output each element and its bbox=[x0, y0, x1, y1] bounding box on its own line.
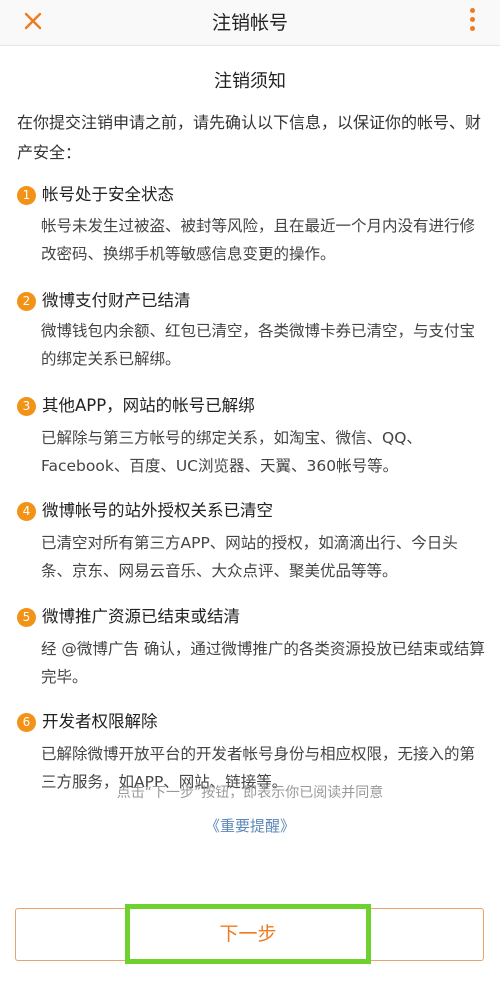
notice-item-4-title: 4 微博帐号的站外授权关系已清空 bbox=[17, 499, 487, 523]
important-reminder-link[interactable]: 《重要提醒》 bbox=[205, 817, 295, 835]
notice-item-2-title: 2 微博支付财产已结清 bbox=[17, 289, 487, 313]
notice-item-5-desc: 经 @微博广告 确认，通过微博推广的各类资源投放已结束或结算完毕。 bbox=[41, 640, 485, 686]
notice-item-label: 微博支付财产已结清 bbox=[42, 291, 191, 310]
number-badge: 3 bbox=[17, 396, 36, 416]
notice-item-label: 其他APP，网站的帐号已解绑 bbox=[42, 396, 255, 415]
notice-item-label: 微博推广资源已结束或结清 bbox=[42, 607, 240, 626]
more-options-button[interactable] bbox=[466, 8, 478, 38]
close-icon bbox=[24, 12, 42, 30]
close-button[interactable] bbox=[14, 8, 54, 38]
more-vertical-icon bbox=[466, 8, 478, 31]
notice-item-2-desc: 微博钱包内余额、红包已清空，各类微博卡券已清空，与支付宝的绑定关系已解绑。 bbox=[41, 322, 476, 368]
top-navigation-bar: 注销帐号 bbox=[0, 0, 500, 46]
number-badge: 6 bbox=[17, 712, 36, 732]
number-badge: 2 bbox=[17, 291, 36, 311]
notice-item-6-title: 6 开发者权限解除 bbox=[17, 710, 487, 734]
page-title: 注销帐号 bbox=[211, 12, 288, 34]
notice-title: 注销须知 bbox=[214, 71, 286, 92]
notice-item-1-title: 1 帐号处于安全状态 bbox=[17, 183, 487, 207]
number-badge: 4 bbox=[17, 501, 36, 521]
next-step-button[interactable]: 下一步 bbox=[125, 904, 371, 964]
notice-item-3-desc: 已解除与第三方帐号的绑定关系，如淘宝、微信、QQ、Facebook、百度、UC浏… bbox=[41, 429, 422, 475]
notice-item-label: 微博帐号的站外授权关系已清空 bbox=[42, 501, 273, 520]
notice-item-label: 帐号处于安全状态 bbox=[42, 185, 174, 204]
notice-item-label: 开发者权限解除 bbox=[42, 712, 158, 731]
notice-item-4-desc: 已清空对所有第三方APP、网站的授权，如滴滴出行、今日头条、京东、网易云音乐、大… bbox=[41, 534, 458, 580]
agreement-note: 点击“下一步”按钮，即表示你已阅读并同意 bbox=[116, 785, 384, 801]
notice-item-1-desc: 帐号未发生过被盗、被封等风险，且在最近一个月内没有进行修改密码、换绑手机等敏感信… bbox=[41, 217, 476, 263]
number-badge: 1 bbox=[17, 185, 36, 205]
number-badge: 5 bbox=[17, 607, 36, 627]
important-reminder-link-row: 《重要提醒》 bbox=[0, 815, 500, 836]
notice-intro: 在你提交注销申请之前，请先确认以下信息，以保证你的帐号、财产安全： bbox=[17, 113, 482, 162]
notice-item-5-title: 5 微博推广资源已结束或结清 bbox=[17, 605, 487, 629]
notice-item-3-title: 3 其他APP，网站的帐号已解绑 bbox=[17, 394, 487, 418]
